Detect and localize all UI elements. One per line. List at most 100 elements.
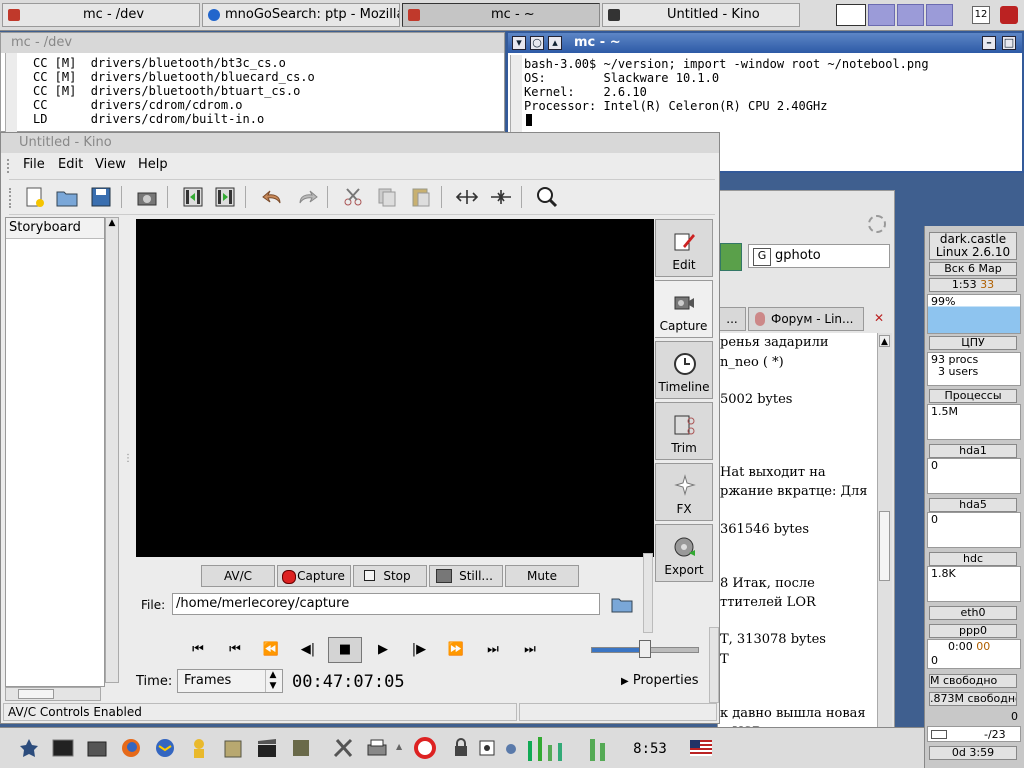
raise-icon[interactable]: ▴ — [548, 36, 562, 50]
hscroll-thumb[interactable] — [18, 689, 54, 699]
capture-button[interactable]: Capture — [277, 565, 351, 587]
search-input[interactable]: G gphoto — [748, 244, 890, 268]
minimize-icon[interactable]: – — [982, 36, 996, 50]
tab-export[interactable]: Export — [655, 524, 713, 582]
scroll-up-arrow-icon[interactable]: ▲ — [106, 218, 118, 228]
scroll-thumb[interactable] — [879, 511, 890, 581]
terminal-titlebar[interactable]: ▾ ○ ▴ mc - ~ – □ — [508, 33, 1022, 53]
file-path-input[interactable]: /home/merlecorey/capture — [172, 593, 600, 615]
thunderbird-icon[interactable] — [154, 737, 176, 759]
apps-icon[interactable] — [1000, 6, 1018, 24]
menu-help[interactable]: Help — [138, 157, 168, 172]
stop-playback-icon[interactable]: ■ — [328, 637, 362, 663]
menu-edit[interactable]: Edit — [58, 157, 83, 172]
terminal-icon[interactable] — [52, 737, 74, 759]
window-menu-icon[interactable]: ▾ — [512, 36, 526, 50]
close-tab-icon[interactable]: ✕ — [870, 311, 888, 325]
back-frame-icon[interactable]: ◀| — [296, 639, 320, 661]
browse-folder-icon[interactable] — [611, 595, 633, 613]
browser-tab[interactable]: ... — [718, 307, 746, 331]
window-title[interactable]: mc - /dev — [1, 33, 504, 53]
save-icon[interactable] — [89, 185, 113, 209]
file-manager-icon[interactable] — [86, 737, 108, 759]
mute-button[interactable]: Mute — [505, 565, 579, 587]
split-scene-icon[interactable] — [455, 185, 479, 209]
mc-scrollbar[interactable] — [5, 53, 17, 133]
properties-expander[interactable]: ▶ Properties — [621, 673, 699, 688]
previous-scene-icon[interactable]: ⏮ — [223, 639, 247, 661]
cut-icon[interactable] — [341, 185, 365, 209]
paste-icon[interactable] — [409, 185, 433, 209]
firefox-icon[interactable] — [120, 737, 142, 759]
next-scene-icon[interactable]: ⏭ — [481, 639, 505, 661]
pager-desktop-2[interactable] — [868, 4, 895, 26]
logout-icon[interactable] — [478, 737, 496, 759]
play-icon[interactable]: ▶ — [371, 639, 395, 661]
menu-file[interactable]: File — [23, 157, 45, 172]
grip-handle[interactable] — [7, 159, 13, 173]
lock-screen-icon[interactable] — [454, 737, 468, 759]
help-lifebuoy-icon[interactable] — [414, 737, 436, 759]
tab-fx[interactable]: FX — [655, 463, 713, 521]
gimp-icon[interactable] — [222, 737, 244, 759]
panel-clock[interactable]: 8:53 — [620, 738, 680, 760]
shuttle-slider-thumb[interactable] — [639, 640, 651, 658]
new-icon[interactable] — [23, 185, 47, 209]
edit-vscroll[interactable] — [643, 553, 653, 633]
printer-icon[interactable] — [366, 737, 388, 759]
tools-icon[interactable] — [332, 737, 354, 759]
fast-forward-icon[interactable]: ⏩ — [444, 639, 468, 661]
video-display[interactable] — [136, 219, 654, 557]
insert-after-icon[interactable] — [213, 185, 237, 209]
shuttle-slider-track[interactable] — [591, 640, 699, 658]
menu-star-icon[interactable] — [18, 737, 40, 759]
rewind-icon[interactable]: ⏪ — [259, 639, 283, 661]
browser-tab[interactable]: Форум - Lin... — [748, 307, 864, 331]
end-icon[interactable]: ⏭ — [518, 639, 542, 661]
task-kino[interactable]: Untitled - Kino — [602, 3, 800, 27]
open-icon[interactable] — [55, 185, 79, 209]
ppp0-label[interactable]: ppp0 — [929, 624, 1017, 638]
tab-timeline[interactable]: Timeline — [655, 341, 713, 399]
zoom-icon[interactable] — [535, 185, 559, 209]
task-mc-dev[interactable]: mc - /dev — [2, 3, 200, 27]
toolbar-grip[interactable] — [9, 188, 14, 208]
drawer-arrow-icon[interactable]: ▲ — [396, 742, 402, 751]
undo-icon[interactable] — [261, 185, 285, 209]
calendar-icon[interactable]: 12 — [972, 6, 990, 24]
tab-edit[interactable]: Edit — [655, 219, 713, 277]
mail-panel[interactable]: -/23 — [927, 726, 1021, 742]
avc-button[interactable]: AV/C — [201, 565, 275, 587]
join-scenes-icon[interactable] — [489, 185, 513, 209]
pager-desktop-4[interactable] — [926, 4, 953, 26]
scroll-up-arrow-icon[interactable]: ▲ — [879, 335, 890, 347]
shade-icon[interactable]: ○ — [530, 36, 544, 50]
forward-frame-icon[interactable]: |▶ — [407, 639, 431, 661]
redo-icon[interactable] — [295, 185, 319, 209]
task-mc-home[interactable]: mc - ~ — [402, 3, 600, 27]
maximize-icon[interactable]: □ — [1002, 36, 1016, 50]
pager-desktop-3[interactable] — [897, 4, 924, 26]
storyboard-hscroll[interactable] — [5, 687, 101, 701]
time-format-select[interactable]: Frames ▲ ▼ — [177, 669, 283, 693]
menu-view[interactable]: View — [95, 157, 126, 172]
camera-icon[interactable] — [135, 185, 159, 209]
gnome-foot-icon[interactable] — [290, 737, 312, 759]
storyboard-panel[interactable]: Storyboard — [5, 217, 105, 687]
tab-capture[interactable]: Capture — [655, 280, 713, 338]
tab-trim[interactable]: Trim — [655, 402, 713, 460]
still-button[interactable]: Still... — [429, 565, 503, 587]
insert-before-icon[interactable] — [181, 185, 205, 209]
us-flag-icon[interactable] — [690, 737, 712, 759]
clapper-icon[interactable] — [256, 737, 278, 759]
window-title[interactable]: Untitled - Kino — [1, 133, 719, 153]
stop-button[interactable]: Stop — [353, 565, 427, 587]
pager-desktop-1[interactable] — [836, 4, 866, 26]
start-icon[interactable]: ⏮ — [186, 639, 210, 661]
copy-icon[interactable] — [375, 185, 399, 209]
im-icon[interactable] — [188, 737, 210, 759]
task-mozilla[interactable]: mnoGoSearch: ptp - Mozilla F — [202, 3, 400, 27]
pane-handle[interactable]: ⋮ — [123, 453, 133, 465]
page-scrollbar[interactable]: ▲ — [877, 333, 892, 767]
eth0-label[interactable]: eth0 — [929, 606, 1017, 620]
